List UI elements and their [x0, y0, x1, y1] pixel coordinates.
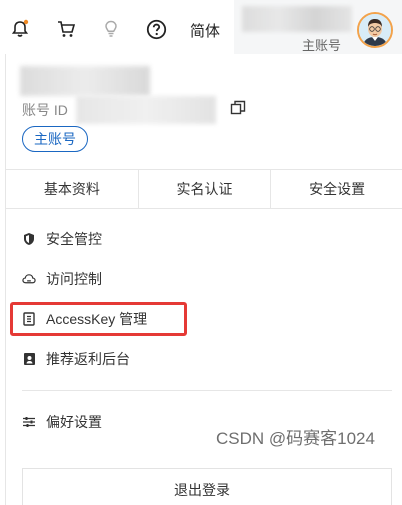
tab-basic-info[interactable]: 基本资料	[6, 170, 139, 208]
shield-icon	[22, 232, 36, 246]
main-account-badge: 主账号	[22, 126, 88, 152]
tab-real-name-auth[interactable]: 实名认证	[139, 170, 272, 208]
avatar[interactable]	[357, 12, 393, 48]
menu-item-label: 安全管控	[46, 231, 102, 247]
account-title-redacted	[20, 66, 150, 96]
account-role-label: 主账号	[302, 38, 342, 53]
language-switch[interactable]: 简体	[190, 20, 220, 41]
cloud-icon	[22, 272, 36, 286]
account-id-label: 账号 ID	[22, 102, 68, 118]
account-tabs: 基本资料 实名认证 安全设置	[6, 169, 402, 209]
account-menu-trigger[interactable]: 主账号	[234, 0, 402, 54]
menu-item-label: 推荐返利后台	[46, 351, 130, 367]
top-bar: 简体 主账号	[0, 0, 402, 54]
logout-label: 退出登录	[174, 482, 230, 498]
account-id-row: 账号 ID	[22, 100, 68, 120]
tab-security-settings[interactable]: 安全设置	[271, 170, 402, 208]
account-name-redacted	[242, 6, 352, 32]
sliders-icon	[22, 415, 36, 429]
menu-divider	[22, 390, 392, 391]
watermark: CSDN @码赛客1024	[216, 429, 375, 448]
accesskey-highlight-box	[10, 302, 187, 336]
help-icon[interactable]	[145, 18, 167, 40]
copy-icon[interactable]	[230, 100, 246, 116]
menu-item-preferences[interactable]: 偏好设置	[22, 410, 102, 434]
menu-item-referral-rebate[interactable]: 推荐返利后台	[22, 347, 130, 371]
menu-item-access-control[interactable]: 访问控制	[22, 267, 102, 291]
menu-item-label: 偏好设置	[46, 414, 102, 430]
menu-item-label: 访问控制	[46, 271, 102, 287]
menu-item-security-control[interactable]: 安全管控	[22, 227, 102, 251]
notification-bell-icon[interactable]	[9, 18, 31, 40]
lightbulb-icon[interactable]	[100, 18, 122, 40]
account-id-value-redacted	[76, 96, 216, 124]
cart-icon[interactable]	[55, 18, 77, 40]
rebate-icon	[22, 352, 36, 366]
